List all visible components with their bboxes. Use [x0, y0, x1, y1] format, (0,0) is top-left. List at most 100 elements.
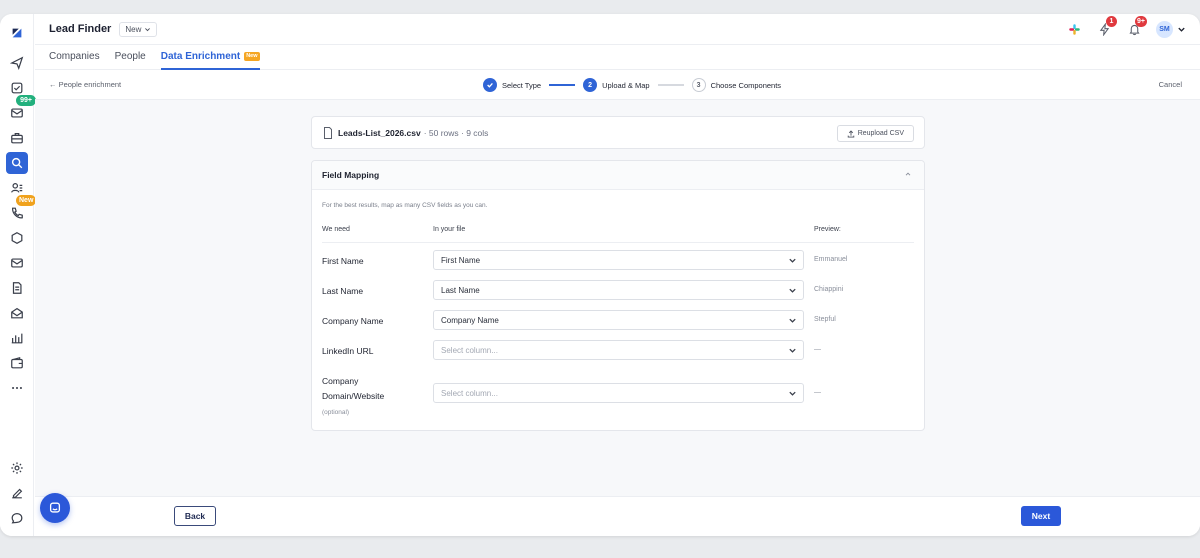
upload-icon [847, 129, 854, 137]
new-tag: New [244, 52, 260, 61]
chat-bubble-icon[interactable] [6, 507, 28, 529]
alerts-badge: 9+ [1135, 15, 1147, 27]
mail-icon[interactable] [6, 252, 28, 274]
briefcase-icon[interactable] [6, 127, 28, 149]
chevron-down-icon [788, 346, 797, 355]
preview-first-name: Emmanuel [814, 256, 848, 263]
tab-companies[interactable]: Companies [49, 44, 100, 69]
reupload-label: Reupload CSV [857, 130, 904, 137]
file-meta: · 50 rows · 9 cols [423, 127, 489, 138]
hexagon-icon[interactable] [6, 227, 28, 249]
company-name-select[interactable]: Company Name [433, 310, 804, 330]
linkedin-url-select[interactable]: Select column... [433, 340, 804, 360]
column-header-we-need: We need [322, 226, 350, 233]
sidebar: 99+ New [0, 14, 37, 536]
document-icon[interactable] [6, 277, 28, 299]
app-window: 99+ New Lead Finder New 1 9+ SM Companie… [0, 14, 1200, 536]
file-icon [323, 126, 333, 139]
select-value: Last Name [441, 285, 480, 295]
tab-label: Companies [49, 51, 100, 62]
check-icon [483, 78, 497, 92]
last-name-select[interactable]: Last Name [433, 280, 804, 300]
field-label-linkedin-url: LinkedIn URL [322, 346, 374, 356]
step-choose-components[interactable]: 3 Choose Components [691, 78, 782, 92]
tab-label: People [114, 51, 146, 62]
top-actions: 1 9+ SM [1066, 14, 1186, 45]
chevron-down-icon [788, 286, 797, 295]
company-domain-select[interactable]: Select column... [433, 383, 804, 403]
field-label-company-name: Company Name [322, 316, 384, 326]
feedback-icon[interactable] [6, 482, 28, 504]
step-connector [549, 84, 576, 86]
uploaded-file-card: Leads-List_2026.csv · 50 rows · 9 cols R… [311, 116, 925, 149]
tab-bar: Companies People Data Enrichment New [35, 45, 1200, 70]
cancel-link[interactable]: Cancel [1159, 80, 1182, 89]
select-placeholder: Select column... [441, 388, 498, 398]
settings-icon[interactable] [6, 457, 28, 479]
chevron-up-icon[interactable] [904, 170, 912, 178]
select-value: First Name [441, 255, 481, 265]
phone-icon[interactable]: New [6, 195, 37, 224]
main-content: Leads-List_2026.csv · 50 rows · 9 cols R… [35, 100, 1200, 496]
lightning-icon[interactable]: 1 [1096, 15, 1117, 38]
select-placeholder: Select column... [441, 345, 498, 355]
support-chat-button[interactable] [40, 493, 70, 523]
send-icon[interactable] [6, 52, 28, 74]
header-divider [322, 242, 914, 243]
app-title: Lead Finder [49, 23, 112, 35]
optional-tag: (optional) [322, 409, 350, 416]
wizard-footer: Back Next [35, 496, 1200, 536]
chevron-down-icon [788, 316, 797, 325]
chevron-down-icon [788, 256, 797, 265]
field-label-last-name: Last Name [322, 286, 364, 296]
chevron-down-icon [145, 27, 151, 31]
tab-label: Data Enrichment [160, 51, 241, 62]
preview-linkedin-url: — [814, 346, 821, 353]
field-label-company-domain: Company Domain/Website (optional) [322, 374, 412, 421]
analytics-icon[interactable] [6, 327, 28, 349]
mail-open-icon[interactable] [6, 302, 28, 324]
back-button[interactable]: Back [174, 506, 216, 526]
column-header-preview: Preview: [814, 226, 841, 233]
preview-company-name: Stepful [814, 316, 836, 323]
stepper-bar: ← People enrichment Select Type 2 Upload… [35, 70, 1200, 100]
step-number: 3 [691, 78, 706, 92]
chevron-down-icon [788, 389, 797, 398]
step-label: Upload & Map [602, 80, 650, 90]
step-upload-map[interactable]: 2 Upload & Map [583, 78, 650, 92]
more-icon[interactable] [6, 377, 28, 399]
user-menu[interactable]: SM [1156, 21, 1186, 38]
tab-data-enrichment[interactable]: Data Enrichment New [160, 44, 260, 70]
step-select-type[interactable]: Select Type [483, 78, 541, 92]
field-mapping-header[interactable]: Field Mapping [312, 161, 924, 190]
notifications-badge: 1 [1106, 15, 1117, 27]
logo-icon[interactable] [6, 22, 28, 44]
field-mapping-title: Field Mapping [322, 170, 380, 180]
inbox-icon[interactable]: 99+ [6, 95, 36, 124]
view-select-value: New [125, 24, 142, 34]
field-label-first-name: First Name [322, 256, 364, 266]
preview-last-name: Chiappini [814, 286, 844, 293]
slack-icon[interactable] [1066, 22, 1082, 38]
stepper: Select Type 2 Upload & Map 3 Choose Comp… [483, 70, 781, 100]
mapping-hint: For the best results, map as many CSV fi… [322, 202, 488, 209]
chevron-down-icon [1178, 27, 1185, 32]
field-mapping-card: Field Mapping For the best results, map … [311, 160, 925, 431]
wallet-icon[interactable] [6, 352, 28, 374]
step-number: 2 [583, 78, 598, 92]
first-name-select[interactable]: First Name [433, 250, 804, 270]
search-icon[interactable] [6, 152, 28, 174]
preview-company-domain: — [814, 389, 821, 396]
back-to-people-enrichment-link[interactable]: ← People enrichment [49, 80, 121, 89]
avatar: SM [1156, 21, 1173, 38]
next-button[interactable]: Next [1021, 506, 1061, 526]
view-select[interactable]: New [119, 21, 158, 37]
reupload-csv-button[interactable]: Reupload CSV [836, 125, 914, 142]
field-label-text: Company Domain/Website [322, 376, 385, 401]
column-header-in-your-file: In your file [433, 226, 466, 233]
step-connector [657, 84, 684, 86]
step-label: Choose Components [710, 80, 782, 90]
bell-icon[interactable]: 9+ [1126, 15, 1147, 38]
top-bar: Lead Finder New 1 9+ SM [35, 14, 1200, 45]
tab-people[interactable]: People [115, 44, 146, 69]
